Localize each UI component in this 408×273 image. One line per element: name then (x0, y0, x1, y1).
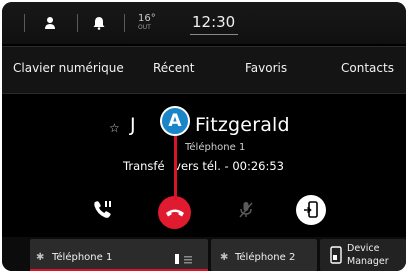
tab-favorites[interactable]: Favoris (245, 61, 287, 75)
hang-up-button[interactable] (158, 196, 191, 229)
tab-keypad[interactable]: Clavier numérique (13, 61, 124, 75)
call-status-end: vers tél. - 00:26:53 (174, 159, 284, 173)
annotation-marker: A (160, 106, 190, 136)
device-label-1: Téléphone 1 (52, 252, 113, 263)
mute-microphone-icon[interactable] (235, 198, 257, 222)
device-manager-line-1: Device (347, 243, 380, 254)
active-phone-label: Téléphone 1 (185, 142, 246, 153)
transfer-call-icon (304, 201, 318, 218)
call-status: Transfé vers tél. - 00:26:53 (123, 159, 284, 173)
call-status-start: Transfé (123, 159, 165, 173)
outside-temperature: 16° OUT (138, 14, 156, 32)
tab-contacts[interactable]: Contacts (341, 61, 394, 75)
device-label-2: Téléphone 2 (235, 252, 296, 263)
device-manager-label: Device Manager (347, 242, 389, 268)
clock-underline (190, 34, 238, 35)
status-bar: 16° OUT 12:30 (2, 2, 406, 44)
signal-icon (184, 250, 192, 269)
status-separator (124, 14, 125, 32)
tab-bar: Clavier numérique Récent Favoris Contact… (2, 46, 406, 94)
keypad-phone-icon[interactable] (90, 197, 116, 223)
transfer-call-button[interactable] (296, 195, 326, 225)
hang-up-icon (165, 209, 184, 216)
device-manager-icon (330, 246, 342, 268)
contact-name-start: J (130, 114, 136, 136)
clock: 12:30 (192, 13, 236, 31)
tab-recent[interactable]: Récent (153, 61, 194, 75)
contact-name-end: Fitzgerald (195, 114, 290, 136)
person-icon[interactable] (32, 2, 68, 44)
temperature-unit: OUT (138, 24, 151, 31)
active-device-indicator (30, 269, 208, 271)
device-manager-line-2: Manager (347, 256, 389, 267)
battery-icon (174, 250, 180, 269)
annotation-pointer (174, 130, 177, 200)
bell-icon[interactable] (84, 2, 114, 44)
favorite-star-icon[interactable]: ☆ (109, 121, 120, 135)
phone-screen: 16° OUT 12:30 Clavier numérique Récent F… (2, 2, 406, 271)
status-separator (24, 14, 25, 32)
bluetooth-icon: ✱ (220, 252, 229, 263)
bluetooth-icon: ✱ (36, 252, 45, 263)
status-separator (77, 14, 78, 32)
